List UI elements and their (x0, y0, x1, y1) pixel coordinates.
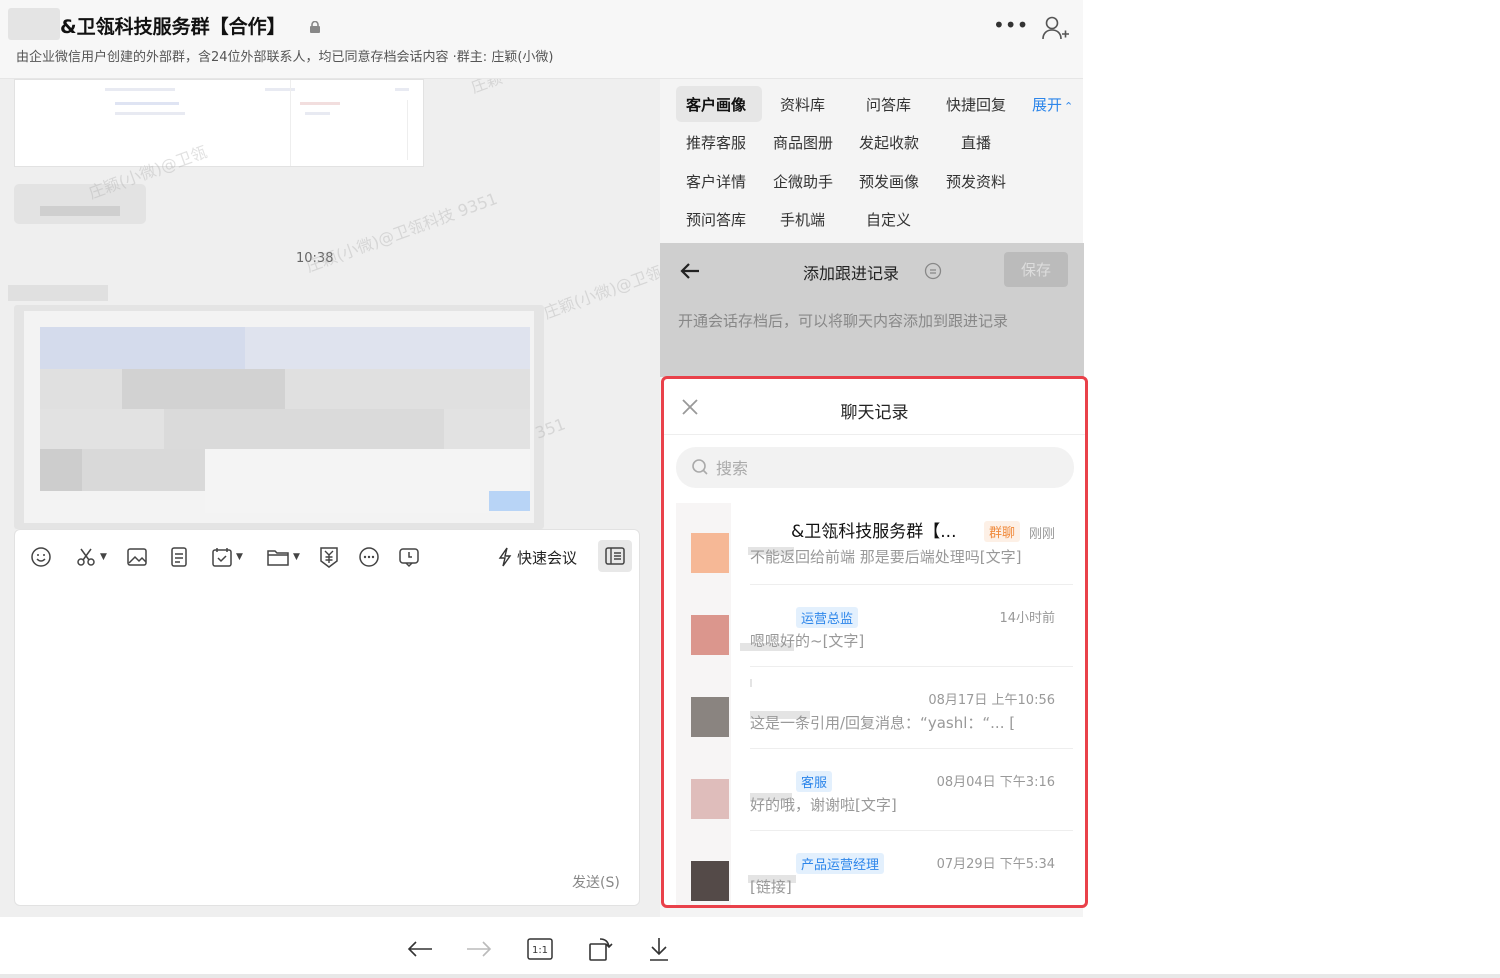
add-member-icon[interactable] (1040, 14, 1070, 42)
record-last-message: 嗯嗯好的~[文字] (750, 632, 865, 650)
tab-customer-profile[interactable]: 客户画像 (686, 94, 746, 115)
record-last-message: [链接] (750, 878, 792, 896)
record-tag: 群聊 (984, 521, 1021, 542)
watermark: 庄颖 (468, 79, 505, 97)
divider (664, 434, 1085, 435)
expand-tabs-button[interactable]: 展开 ⌃ (1032, 94, 1073, 115)
message-bubble[interactable] (14, 184, 146, 224)
quick-meeting-label: 快速会议 (517, 548, 578, 567)
more-options-icon[interactable]: ••• (993, 15, 1028, 38)
chevron-down-icon: ▼ (293, 552, 300, 562)
avatar (691, 615, 729, 655)
more-dots-icon[interactable] (357, 544, 381, 570)
chat-record-item[interactable]: 客服 08月04日 下午3:16 好的哦，谢谢啦[文字] (664, 749, 1085, 831)
chat-record-item[interactable]: 08月17日 上午10:56 这是一条引用/回复消息：“yashl：“... [ (664, 667, 1085, 749)
document-icon[interactable] (167, 544, 191, 570)
record-name: &卫瓴科技服务群【... (791, 522, 957, 542)
folder-tool[interactable]: ▼ (263, 544, 303, 570)
tab-product-album[interactable]: 商品图册 (773, 132, 833, 153)
message-composer[interactable]: ▼ ▼ ▼ 快速会议 发送(S) (14, 529, 640, 906)
tab-wecom-assistant[interactable]: 企微助手 (773, 171, 833, 192)
schedule-icon[interactable] (397, 544, 421, 570)
record-time: 08月17日 上午10:56 (928, 693, 1055, 708)
svg-text:1:1: 1:1 (532, 945, 548, 956)
record-tag: 客服 (796, 771, 833, 792)
tab-recommend-agent[interactable]: 推荐客服 (686, 132, 746, 153)
expand-label: 展开 (1032, 96, 1063, 114)
screenshot-tool[interactable]: ▼ (71, 544, 111, 570)
image-icon[interactable] (125, 544, 149, 570)
chevron-down-icon: ▼ (236, 552, 243, 562)
tab-qa-library[interactable]: 问答库 (866, 94, 911, 115)
chevron-up-icon: ⌃ (1064, 100, 1074, 113)
chat-record-item[interactable]: &卫瓴科技服务群【... 群聊 刚刚 不能返回给前端 那是要后端处理吗[文字] (664, 503, 1085, 585)
sidebar-toggle-button[interactable] (598, 540, 632, 572)
send-button[interactable]: 发送(S) (572, 872, 620, 892)
watermark: 庄颖(小微)@卫瓴 (541, 262, 660, 323)
message-image-attachment[interactable] (14, 305, 544, 529)
scissors-icon (77, 548, 95, 566)
download-icon[interactable] (643, 933, 675, 965)
chevron-down-icon: ▼ (100, 552, 107, 562)
tab-pre-qa[interactable]: 预问答库 (686, 209, 746, 230)
arrow-left-icon[interactable] (404, 933, 436, 965)
chat-title: &卫瓴科技服务群【合作】 (60, 16, 286, 38)
tab-materials[interactable]: 资料库 (780, 94, 825, 115)
record-last-message: 这是一条引用/回复消息：“yashl：“... [ (750, 714, 1016, 732)
status-strip (0, 974, 1500, 978)
lock-icon (310, 18, 320, 33)
tab-customer-detail[interactable]: 客户详情 (686, 171, 746, 192)
arrow-left-icon[interactable] (678, 259, 702, 283)
avatar (691, 533, 729, 573)
chat-record-item[interactable]: 运营总监 14小时前嗯嗯好的~[文字] (664, 585, 1085, 667)
task-tool[interactable]: ▼ (207, 544, 247, 570)
lightning-icon (498, 547, 512, 567)
tab-pre-profile[interactable]: 预发画像 (859, 171, 919, 192)
avatar (691, 697, 729, 737)
avatar (691, 779, 729, 819)
follow-up-title: 添加跟进记录 (803, 264, 900, 283)
folder-icon (267, 550, 289, 566)
record-tag: 产品运营经理 (796, 853, 885, 874)
record-time: 14小时前 (999, 611, 1055, 626)
emoji-icon[interactable] (29, 544, 53, 570)
chat-record-item[interactable]: 产品运营经理 07月29日 下午5:34 [链接] (664, 831, 1085, 905)
image-viewer-toolbar: 1:1 (0, 917, 1500, 978)
sender-name (8, 285, 108, 301)
help-icon[interactable] (924, 262, 942, 280)
tab-quick-reply[interactable]: 快捷回复 (946, 94, 1006, 115)
search-box[interactable] (676, 447, 1074, 488)
contact-name-redacted (750, 679, 752, 687)
follow-up-hint: 开通会话存档后，可以将聊天内容添加到跟进记录 (678, 312, 1009, 330)
save-button[interactable]: 保存 (1004, 252, 1068, 287)
record-tag: 运营总监 (796, 607, 859, 628)
message-timestamp: 10:38 (296, 251, 334, 266)
task-icon (212, 548, 232, 567)
payment-icon[interactable] (317, 544, 341, 570)
quick-meeting-button[interactable]: 快速会议 (497, 544, 577, 570)
rotate-icon[interactable] (584, 933, 616, 965)
search-input[interactable] (714, 453, 1058, 483)
group-avatar (8, 8, 60, 40)
tab-custom[interactable]: 自定义 (866, 209, 911, 230)
chat-records-modal: 聊天记录 &卫瓴科技服务群【... 群聊刚刚不能返回给前端 那是要后端处理吗[文字… (661, 376, 1088, 908)
modal-title: 聊天记录 (840, 403, 909, 423)
avatar (691, 861, 729, 901)
message-image-attachment[interactable] (14, 79, 424, 167)
tab-pre-materials[interactable]: 预发资料 (946, 171, 1006, 192)
tab-live[interactable]: 直播 (961, 132, 991, 153)
sidebar-icon (605, 547, 625, 565)
record-last-message: 不能返回给前端 那是要后端处理吗[文字] (750, 548, 1022, 566)
record-time: 07月29日 下午5:34 (936, 857, 1055, 872)
record-time: 08月04日 下午3:16 (936, 775, 1055, 790)
search-icon (691, 458, 709, 476)
tab-mobile[interactable]: 手机端 (780, 209, 825, 230)
tab-payment[interactable]: 发起收款 (859, 132, 919, 153)
record-last-message: 好的哦，谢谢啦[文字] (750, 796, 897, 814)
chat-subtitle: 由企业微信用户创建的外部群，含24位外部联系人，均已同意存档会话内容 ·群主: … (16, 50, 554, 65)
arrow-right-icon[interactable] (463, 933, 495, 965)
record-time: 刚刚 (1028, 527, 1055, 542)
actual-size-icon[interactable]: 1:1 (524, 933, 556, 965)
